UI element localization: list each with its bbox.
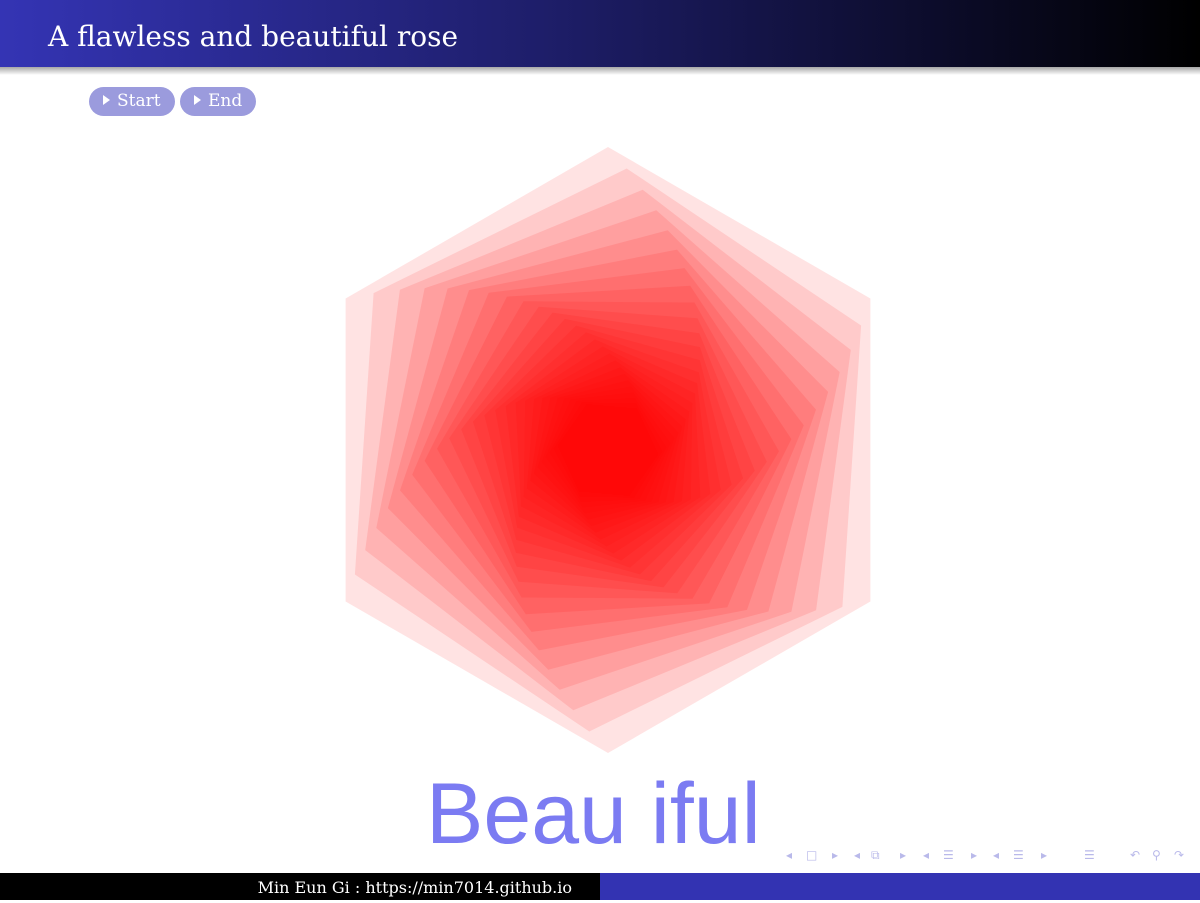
- nav-section-icon[interactable]: ☰: [943, 846, 954, 864]
- nav-forward-icon[interactable]: ↷: [1174, 846, 1184, 864]
- nav-next-subsection-icon[interactable]: ▸: [900, 846, 906, 864]
- slide-footer: Min Eun Gi : https://min7014.github.io: [0, 873, 1200, 900]
- nav-subsection-icon[interactable]: ⧉: [871, 846, 880, 864]
- nav-slide-icon[interactable]: ☰: [1013, 846, 1024, 864]
- nav-document-icon[interactable]: ☰: [1084, 846, 1095, 864]
- nav-prev-frame-icon[interactable]: ◂: [786, 846, 792, 864]
- nav-search-icon[interactable]: ⚲: [1152, 846, 1161, 864]
- nav-prev-subsection-icon[interactable]: ◂: [854, 846, 860, 864]
- footer-author: Min Eun Gi : https://min7014.github.io: [0, 873, 600, 900]
- beamer-navigation-bar: ◂ □ ▸ ◂ ⧉ ▸ ◂ ☰ ▸ ◂ ☰ ▸ ☰ ↶ ⚲ ↷: [780, 843, 1200, 867]
- beautiful-text: Beau iful: [426, 766, 761, 862]
- footer-color-bar: [600, 873, 1200, 900]
- nav-next-slide-icon[interactable]: ▸: [1041, 846, 1047, 864]
- nav-prev-slide-icon[interactable]: ◂: [993, 846, 999, 864]
- nav-back-icon[interactable]: ↶: [1130, 846, 1140, 864]
- nav-next-section-icon[interactable]: ▸: [971, 846, 977, 864]
- nav-prev-section-icon[interactable]: ◂: [923, 846, 929, 864]
- nav-frame-icon[interactable]: □: [806, 846, 817, 864]
- nav-next-frame-icon[interactable]: ▸: [832, 846, 838, 864]
